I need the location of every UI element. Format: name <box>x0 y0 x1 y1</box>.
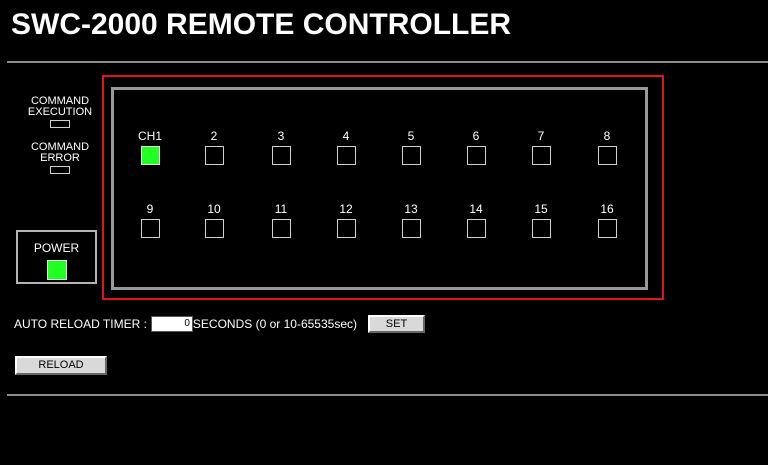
reload-button[interactable]: RELOAD <box>15 356 107 375</box>
channel-label: 13 <box>404 202 418 216</box>
channel-label: 14 <box>469 202 483 216</box>
channel-label: 7 <box>537 129 545 143</box>
channel-7: 7 <box>521 130 561 165</box>
channel-14: 14 <box>456 203 496 238</box>
channel-label: 8 <box>603 129 611 143</box>
channel-12: 12 <box>326 203 366 238</box>
command-execution-label: COMMAND EXECUTION <box>27 95 93 118</box>
channel-toggle-2[interactable] <box>204 146 224 165</box>
channel-11: 11 <box>261 203 301 238</box>
channel-5: 5 <box>391 130 431 165</box>
channel-toggle-9[interactable] <box>140 219 160 238</box>
channel-label: 15 <box>534 202 548 216</box>
channel-toggle-13[interactable] <box>401 219 421 238</box>
command-error-led <box>50 166 70 174</box>
channel-toggle-4[interactable] <box>336 146 356 165</box>
top-divider <box>7 61 768 63</box>
remote-controller-page: SWC-2000 REMOTE CONTROLLER COMMAND EXECU… <box>0 0 768 465</box>
channel-1: CH1 <box>130 130 170 165</box>
timer-seconds-input[interactable]: 0 <box>150 315 193 332</box>
channel-label: 3 <box>277 129 285 143</box>
channel-toggle-15[interactable] <box>531 219 551 238</box>
power-label: POWER <box>33 241 80 255</box>
timer-label: AUTO RELOAD TIMER : <box>14 316 147 331</box>
set-button[interactable]: SET <box>368 314 425 333</box>
power-panel: POWER <box>16 230 97 284</box>
channel-toggle-12[interactable] <box>336 219 356 238</box>
channel-15: 15 <box>521 203 561 238</box>
power-indicator <box>46 260 67 280</box>
channel-toggle-1[interactable] <box>140 146 160 165</box>
channel-13: 13 <box>391 203 431 238</box>
timer-suffix: SECONDS (0 or 10-65535sec) <box>192 316 357 331</box>
channel-toggle-10[interactable] <box>204 219 224 238</box>
channel-label: 6 <box>472 129 480 143</box>
channel-label: CH1 <box>137 129 162 143</box>
channel-3: 3 <box>261 130 301 165</box>
command-error-indicator: COMMAND ERROR <box>20 142 100 174</box>
channel-toggle-6[interactable] <box>466 146 486 165</box>
channel-4: 4 <box>326 130 366 165</box>
channel-label: 4 <box>342 129 350 143</box>
channel-16: 16 <box>587 203 627 238</box>
channel-toggle-8[interactable] <box>597 146 617 165</box>
channel-label: 11 <box>274 202 288 216</box>
channel-toggle-14[interactable] <box>466 219 486 238</box>
channel-label: 16 <box>600 202 614 216</box>
channel-toggle-7[interactable] <box>531 146 551 165</box>
channel-panel <box>111 87 648 290</box>
channel-label: 5 <box>407 129 415 143</box>
channel-toggle-16[interactable] <box>597 219 617 238</box>
auto-reload-timer-row: AUTO RELOAD TIMER :0 SECONDS (0 or 10-655… <box>14 314 425 333</box>
channel-toggle-11[interactable] <box>271 219 291 238</box>
channel-9: 9 <box>130 203 170 238</box>
channel-label: 12 <box>339 202 353 216</box>
channel-label: 10 <box>207 202 221 216</box>
channel-8: 8 <box>587 130 627 165</box>
channel-2: 2 <box>194 130 234 165</box>
channel-label: 9 <box>146 202 154 216</box>
channel-toggle-5[interactable] <box>401 146 421 165</box>
command-execution-indicator: COMMAND EXECUTION <box>20 96 100 128</box>
command-error-label: COMMAND ERROR <box>30 141 90 164</box>
bottom-divider <box>7 394 768 396</box>
channel-6: 6 <box>456 130 496 165</box>
channel-label: 2 <box>210 129 218 143</box>
page-title: SWC-2000 REMOTE CONTROLLER <box>11 8 512 41</box>
channel-10: 10 <box>194 203 234 238</box>
channel-toggle-3[interactable] <box>271 146 291 165</box>
command-execution-led <box>50 120 70 128</box>
